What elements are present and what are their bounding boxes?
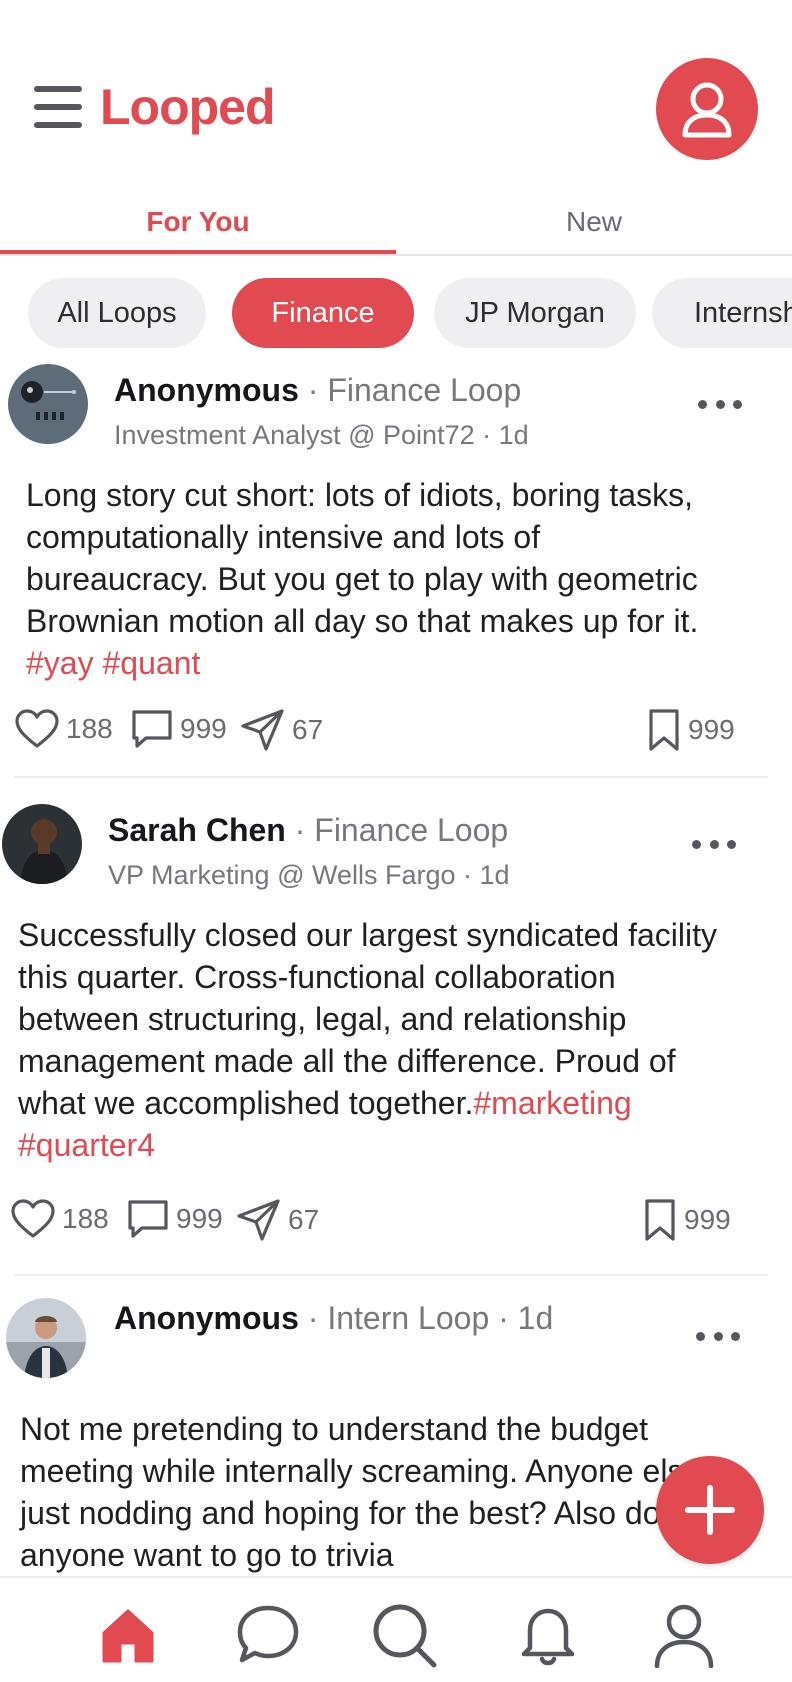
like-count: 188	[66, 713, 113, 744]
heart-icon	[15, 709, 59, 748]
comment-button[interactable]: 999	[126, 1198, 223, 1240]
bookmark-button[interactable]: 999	[646, 708, 735, 752]
loop-name: · Finance Loop	[298, 372, 522, 408]
bell-icon	[521, 1608, 575, 1666]
avatar[interactable]	[8, 364, 88, 444]
post-text: Not me pretending to understand the budg…	[20, 1411, 702, 1573]
author-line: Sarah Chen · Finance Loop	[108, 812, 508, 849]
avatar[interactable]	[6, 1298, 86, 1378]
more-options-icon[interactable]	[698, 394, 742, 414]
post-card[interactable]: Anonymous · Finance Loop Investment Anal…	[0, 362, 792, 782]
bookmark-button[interactable]: 999	[642, 1198, 731, 1242]
post-divider	[14, 776, 768, 778]
comment-button[interactable]: 999	[130, 708, 227, 750]
bookmark-count: 999	[688, 714, 735, 745]
chip-finance[interactable]: Finance	[232, 278, 414, 348]
author-subtitle: VP Marketing @ Wells Fargo · 1d	[108, 860, 510, 890]
loop-name: · Finance Loop	[285, 812, 509, 848]
author-name[interactable]: Anonymous	[114, 1300, 299, 1336]
share-button[interactable]: 67	[240, 708, 323, 752]
author-subtitle: Investment Analyst @ Point72 · 1d	[114, 420, 529, 450]
share-button[interactable]: 67	[236, 1198, 319, 1242]
nav-search[interactable]	[366, 1600, 442, 1670]
user-icon	[682, 82, 732, 138]
post-actions: 188 999 67 999	[14, 708, 774, 754]
author-name[interactable]: Anonymous	[114, 372, 299, 408]
tab-for-you[interactable]: For You	[0, 190, 396, 254]
nav-profile[interactable]	[646, 1600, 722, 1670]
heart-icon	[11, 1199, 55, 1238]
loop-filter-chips: All Loops Finance JP Morgan Internships	[0, 276, 792, 352]
chip-jp-morgan[interactable]: JP Morgan	[434, 278, 636, 348]
like-count: 188	[62, 1203, 109, 1234]
send-icon	[237, 1199, 280, 1241]
more-options-icon[interactable]	[696, 1326, 740, 1346]
user-photo-icon	[2, 804, 82, 884]
avatar[interactable]	[2, 804, 82, 884]
tab-new[interactable]: New	[396, 190, 792, 254]
active-tab-indicator	[0, 250, 396, 254]
nav-home[interactable]	[90, 1600, 166, 1670]
bottom-navigation	[0, 1576, 792, 1682]
comment-icon	[128, 1200, 168, 1238]
hashtags[interactable]: #yay #quant	[26, 645, 200, 681]
bookmark-count: 999	[684, 1204, 731, 1235]
chat-icon	[237, 1605, 299, 1663]
comment-count: 999	[180, 713, 227, 744]
like-button[interactable]: 188	[14, 708, 113, 750]
bookmark-icon	[645, 1199, 675, 1241]
profile-icon	[654, 1604, 714, 1668]
post-body: Not me pretending to understand the budg…	[20, 1408, 710, 1576]
post-text: Long story cut short: lots of idiots, bo…	[26, 477, 699, 639]
chip-internships[interactable]: Internships	[652, 278, 792, 348]
nav-notifications[interactable]	[510, 1600, 586, 1670]
share-count: 67	[292, 714, 324, 745]
comment-icon	[132, 710, 172, 748]
nav-chat[interactable]	[230, 1600, 306, 1670]
app-header: Looped	[0, 0, 792, 180]
author-line: Anonymous · Finance Loop	[114, 372, 521, 409]
chip-all-loops[interactable]: All Loops	[28, 278, 206, 348]
feed-tabs: For You New	[0, 190, 792, 256]
comment-count: 999	[176, 1203, 223, 1234]
home-icon	[102, 1609, 154, 1663]
author-line: Anonymous · Intern Loop · 1d	[114, 1300, 553, 1337]
app-title: Looped	[100, 79, 276, 135]
post-body: Successfully closed our largest syndicat…	[18, 914, 738, 1166]
hamburger-menu-icon[interactable]	[34, 86, 84, 130]
create-post-button[interactable]	[656, 1456, 764, 1564]
plus-icon	[685, 1485, 735, 1535]
send-icon	[241, 709, 284, 751]
like-button[interactable]: 188	[10, 1198, 109, 1240]
loop-name: · Intern Loop · 1d	[298, 1300, 554, 1336]
author-name[interactable]: Sarah Chen	[108, 812, 286, 848]
bookmark-icon	[649, 709, 679, 751]
search-icon	[373, 1604, 437, 1668]
anonymous-avatar-icon	[8, 364, 88, 444]
post-card[interactable]: Sarah Chen · Finance Loop VP Marketing @…	[0, 802, 792, 1282]
share-count: 67	[288, 1204, 320, 1235]
post-divider	[14, 1274, 768, 1276]
post-actions: 188 999 67 999	[10, 1198, 770, 1244]
more-options-icon[interactable]	[692, 834, 736, 854]
post-body: Long story cut short: lots of idiots, bo…	[26, 474, 726, 684]
profile-button[interactable]	[656, 58, 758, 160]
user-photo-icon	[6, 1298, 86, 1378]
